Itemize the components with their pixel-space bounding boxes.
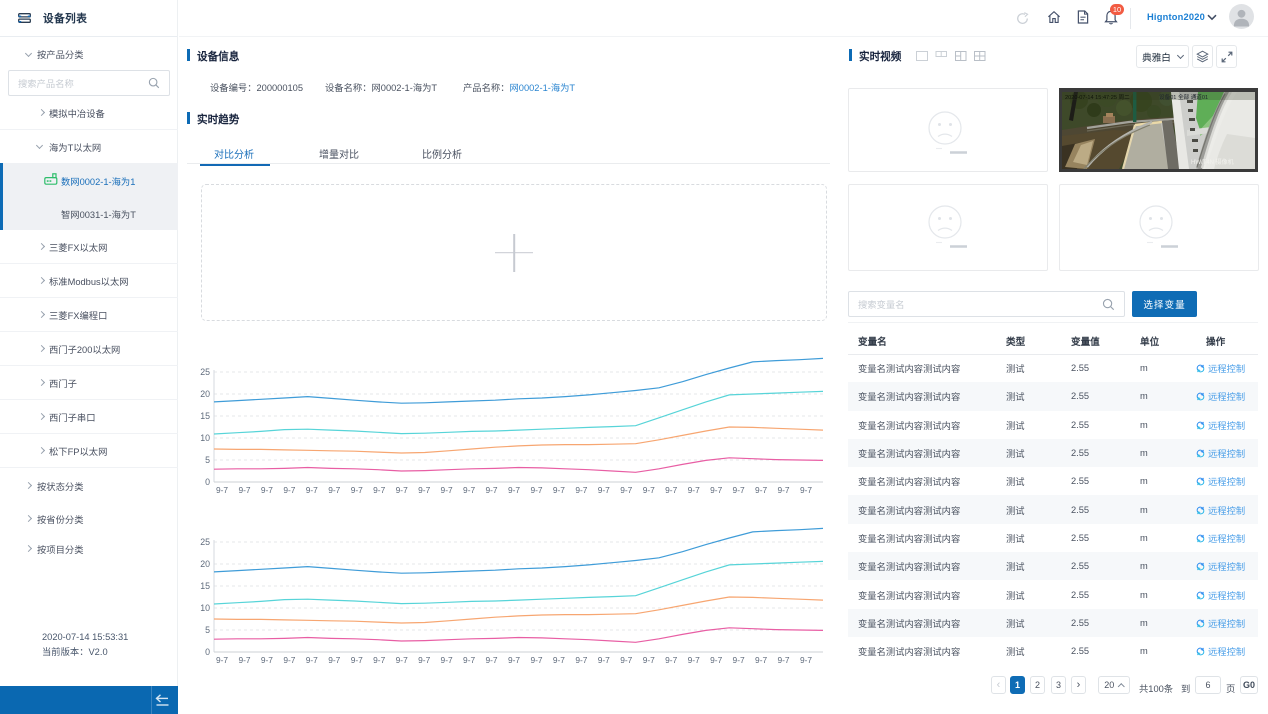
- svg-text:9-7: 9-7: [575, 655, 587, 665]
- svg-text:9-7: 9-7: [688, 485, 700, 495]
- svg-text:HW/T4N 摄像机: HW/T4N 摄像机: [1191, 158, 1234, 166]
- svg-text:9-7: 9-7: [777, 655, 789, 665]
- svg-text:9-7: 9-7: [620, 485, 632, 495]
- svg-text:9-7: 9-7: [485, 485, 497, 495]
- svg-text:9-7: 9-7: [643, 655, 655, 665]
- svg-text:9-7: 9-7: [418, 655, 430, 665]
- svg-text:9-7: 9-7: [508, 655, 520, 665]
- svg-text:20: 20: [200, 559, 210, 569]
- svg-text:9-7: 9-7: [418, 485, 430, 495]
- svg-text:9-7: 9-7: [598, 655, 610, 665]
- svg-text:10: 10: [200, 603, 210, 613]
- svg-text:9-7: 9-7: [328, 485, 340, 495]
- svg-text:5: 5: [205, 455, 210, 465]
- svg-text:9-7: 9-7: [710, 655, 722, 665]
- svg-text:9-7: 9-7: [463, 485, 475, 495]
- svg-text:9-7: 9-7: [530, 655, 542, 665]
- svg-text:9-7: 9-7: [530, 485, 542, 495]
- svg-text:9-7: 9-7: [283, 655, 295, 665]
- svg-text:25: 25: [200, 367, 210, 377]
- svg-text:9-7: 9-7: [755, 655, 767, 665]
- svg-text:20: 20: [200, 389, 210, 399]
- svg-text:9-7: 9-7: [598, 485, 610, 495]
- svg-text:9-7: 9-7: [441, 655, 453, 665]
- svg-text:5: 5: [205, 625, 210, 635]
- svg-text:9-7: 9-7: [800, 655, 812, 665]
- svg-text:9-7: 9-7: [733, 485, 745, 495]
- svg-text:9-7: 9-7: [261, 655, 273, 665]
- svg-text:9-7: 9-7: [351, 655, 363, 665]
- svg-text:9-7: 9-7: [396, 655, 408, 665]
- svg-text:0: 0: [205, 647, 210, 657]
- svg-text:9-7: 9-7: [620, 655, 632, 665]
- svg-text:9-7: 9-7: [733, 655, 745, 665]
- svg-text:9-7: 9-7: [373, 655, 385, 665]
- svg-text:9-7: 9-7: [306, 485, 318, 495]
- svg-text:9-7: 9-7: [306, 655, 318, 665]
- svg-text:9-7: 9-7: [755, 485, 767, 495]
- svg-text:0: 0: [205, 477, 210, 487]
- svg-text:9-7: 9-7: [800, 485, 812, 495]
- svg-text:9-7: 9-7: [688, 655, 700, 665]
- svg-text:9-7: 9-7: [553, 655, 565, 665]
- svg-text:9-7: 9-7: [373, 485, 385, 495]
- svg-text:9-7: 9-7: [665, 485, 677, 495]
- svg-text:9-7: 9-7: [216, 655, 228, 665]
- svg-text:9-7: 9-7: [575, 485, 587, 495]
- svg-text:10: 10: [200, 433, 210, 443]
- svg-text:15: 15: [200, 411, 210, 421]
- svg-text:9-7: 9-7: [396, 485, 408, 495]
- svg-text:25: 25: [200, 537, 210, 547]
- svg-text:9-7: 9-7: [283, 485, 295, 495]
- svg-text:9-7: 9-7: [553, 485, 565, 495]
- svg-text:9-7: 9-7: [351, 485, 363, 495]
- svg-text:15: 15: [200, 581, 210, 591]
- svg-text:9-7: 9-7: [328, 655, 340, 665]
- svg-text:9-7: 9-7: [643, 485, 655, 495]
- svg-text:9-7: 9-7: [441, 485, 453, 495]
- svg-text:9-7: 9-7: [463, 655, 475, 665]
- svg-text:设备01 全部 通道01: 设备01 全部 通道01: [1159, 93, 1208, 101]
- svg-text:9-7: 9-7: [485, 655, 497, 665]
- svg-text:9-7: 9-7: [238, 655, 250, 665]
- svg-text:9-7: 9-7: [216, 485, 228, 495]
- svg-text:9-7: 9-7: [238, 485, 250, 495]
- svg-text:9-7: 9-7: [665, 655, 677, 665]
- svg-text:2020-07-14 15:47:25 周二: 2020-07-14 15:47:25 周二: [1065, 94, 1130, 101]
- svg-text:9-7: 9-7: [710, 485, 722, 495]
- svg-text:9-7: 9-7: [508, 485, 520, 495]
- svg-text:9-7: 9-7: [261, 485, 273, 495]
- svg-text:9-7: 9-7: [777, 485, 789, 495]
